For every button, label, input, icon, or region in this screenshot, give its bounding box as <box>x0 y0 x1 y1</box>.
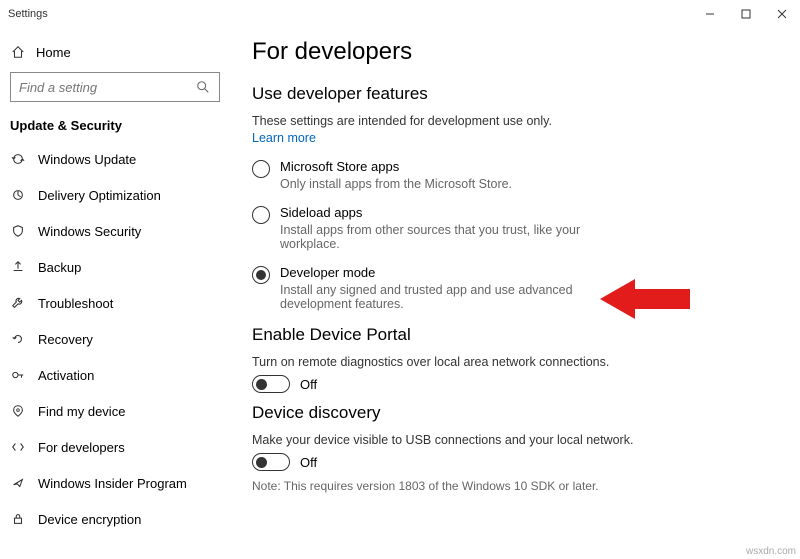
radio-label: Developer mode <box>280 265 600 280</box>
home-icon <box>10 44 26 60</box>
callout-arrow-icon <box>600 274 690 324</box>
titlebar: Settings <box>0 0 800 28</box>
nav-label: Windows Update <box>38 152 136 167</box>
window-title: Settings <box>8 8 48 20</box>
portal-toggle[interactable] <box>252 375 290 393</box>
nav-recovery[interactable]: Recovery <box>4 321 226 357</box>
features-heading: Use developer features <box>252 84 778 104</box>
watermark: wsxdn.com <box>746 546 796 557</box>
radio-label: Microsoft Store apps <box>280 159 512 174</box>
sidebar: Home Update & Security Windows Update De… <box>0 28 230 559</box>
radio-icon <box>252 266 270 284</box>
radio-sub: Install apps from other sources that you… <box>280 223 600 251</box>
search-icon <box>195 79 211 95</box>
nav-label: Backup <box>38 260 81 275</box>
sync-icon <box>10 151 26 167</box>
discovery-toggle[interactable] <box>252 453 290 471</box>
nav-find-my-device[interactable]: Find my device <box>4 393 226 429</box>
discovery-note: Note: This requires version 1803 of the … <box>252 479 778 493</box>
radio-developer-mode[interactable]: Developer mode Install any signed and tr… <box>252 265 778 311</box>
radio-store-apps[interactable]: Microsoft Store apps Only install apps f… <box>252 159 778 191</box>
home-label: Home <box>36 45 71 60</box>
nav-label: Windows Security <box>38 224 141 239</box>
lock-icon <box>10 511 26 527</box>
nav-backup[interactable]: Backup <box>4 249 226 285</box>
nav-label: For developers <box>38 440 125 455</box>
nav-for-developers[interactable]: For developers <box>4 429 226 465</box>
radio-sub: Only install apps from the Microsoft Sto… <box>280 177 512 191</box>
search-box[interactable] <box>10 72 220 102</box>
shield-icon <box>10 223 26 239</box>
radio-sub: Install any signed and trusted app and u… <box>280 283 600 311</box>
flight-icon <box>10 475 26 491</box>
radio-icon <box>252 206 270 224</box>
nav-delivery-optimization[interactable]: Delivery Optimization <box>4 177 226 213</box>
minimize-button[interactable] <box>692 0 728 28</box>
nav-label: Delivery Optimization <box>38 188 161 203</box>
nav-label: Find my device <box>38 404 125 419</box>
discovery-desc: Make your device visible to USB connecti… <box>252 433 778 447</box>
nav-label: Windows Insider Program <box>38 476 187 491</box>
nav-troubleshoot[interactable]: Troubleshoot <box>4 285 226 321</box>
nav-label: Activation <box>38 368 94 383</box>
nav-windows-update[interactable]: Windows Update <box>4 141 226 177</box>
page-title: For developers <box>252 38 778 66</box>
code-icon <box>10 439 26 455</box>
radio-label: Sideload apps <box>280 205 600 220</box>
portal-toggle-state: Off <box>300 377 317 392</box>
key-icon <box>10 367 26 383</box>
window-controls <box>692 0 800 28</box>
nav-windows-security[interactable]: Windows Security <box>4 213 226 249</box>
home-button[interactable]: Home <box>4 36 226 68</box>
maximize-button[interactable] <box>728 0 764 28</box>
nav-activation[interactable]: Activation <box>4 357 226 393</box>
portal-heading: Enable Device Portal <box>252 325 778 345</box>
search-input[interactable] <box>19 80 189 95</box>
optimize-icon <box>10 187 26 203</box>
discovery-toggle-state: Off <box>300 455 317 470</box>
close-button[interactable] <box>764 0 800 28</box>
nav-label: Device encryption <box>38 512 141 527</box>
section-header: Update & Security <box>4 114 226 141</box>
nav-label: Troubleshoot <box>38 296 113 311</box>
discovery-heading: Device discovery <box>252 403 778 423</box>
nav-label: Recovery <box>38 332 93 347</box>
backup-icon <box>10 259 26 275</box>
learn-more-link[interactable]: Learn more <box>252 131 316 145</box>
location-icon <box>10 403 26 419</box>
recovery-icon <box>10 331 26 347</box>
nav-device-encryption[interactable]: Device encryption <box>4 501 226 537</box>
wrench-icon <box>10 295 26 311</box>
content-pane: For developers Use developer features Th… <box>230 28 800 559</box>
radio-sideload[interactable]: Sideload apps Install apps from other so… <box>252 205 778 251</box>
radio-icon <box>252 160 270 178</box>
portal-desc: Turn on remote diagnostics over local ar… <box>252 355 778 369</box>
features-desc: These settings are intended for developm… <box>252 114 778 128</box>
nav-insider-program[interactable]: Windows Insider Program <box>4 465 226 501</box>
